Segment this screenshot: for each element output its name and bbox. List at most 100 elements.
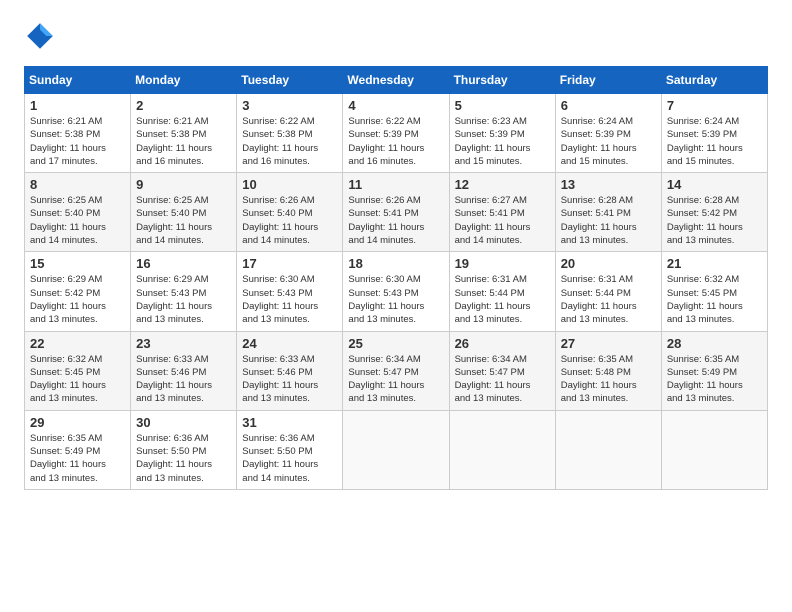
day-info: Sunrise: 6:25 AM Sunset: 5:40 PM Dayligh… — [30, 194, 125, 247]
day-number: 23 — [136, 336, 231, 351]
col-header-monday: Monday — [131, 67, 237, 94]
day-cell: 12 Sunrise: 6:27 AM Sunset: 5:41 PM Dayli… — [449, 173, 555, 252]
day-cell: 9 Sunrise: 6:25 AM Sunset: 5:40 PM Daylig… — [131, 173, 237, 252]
day-number: 13 — [561, 177, 656, 192]
day-info: Sunrise: 6:33 AM Sunset: 5:46 PM Dayligh… — [242, 353, 337, 406]
day-number: 31 — [242, 415, 337, 430]
day-cell: 4 Sunrise: 6:22 AM Sunset: 5:39 PM Daylig… — [343, 94, 449, 173]
day-info: Sunrise: 6:29 AM Sunset: 5:43 PM Dayligh… — [136, 273, 231, 326]
day-number: 10 — [242, 177, 337, 192]
day-info: Sunrise: 6:35 AM Sunset: 5:48 PM Dayligh… — [561, 353, 656, 406]
day-cell: 8 Sunrise: 6:25 AM Sunset: 5:40 PM Daylig… — [25, 173, 131, 252]
day-info: Sunrise: 6:33 AM Sunset: 5:46 PM Dayligh… — [136, 353, 231, 406]
day-cell: 25 Sunrise: 6:34 AM Sunset: 5:47 PM Dayli… — [343, 331, 449, 410]
day-number: 21 — [667, 256, 762, 271]
day-cell: 31 Sunrise: 6:36 AM Sunset: 5:50 PM Dayli… — [237, 410, 343, 489]
day-number: 3 — [242, 98, 337, 113]
day-number: 24 — [242, 336, 337, 351]
day-cell: 3Sunrise: 6:22 AM Sunset: 5:38 PM Daylig… — [237, 94, 343, 173]
day-number: 14 — [667, 177, 762, 192]
day-number: 2 — [136, 98, 231, 113]
day-number: 26 — [455, 336, 550, 351]
day-cell — [661, 410, 767, 489]
week-row-2: 8 Sunrise: 6:25 AM Sunset: 5:40 PM Daylig… — [25, 173, 768, 252]
day-cell: 16 Sunrise: 6:29 AM Sunset: 5:43 PM Dayli… — [131, 252, 237, 331]
day-cell: 30 Sunrise: 6:36 AM Sunset: 5:50 PM Dayli… — [131, 410, 237, 489]
day-number: 5 — [455, 98, 550, 113]
day-cell: 1 Sunrise: 6:21 AM Sunset: 5:38 PM Daylig… — [25, 94, 131, 173]
day-number: 9 — [136, 177, 231, 192]
day-cell: 18 Sunrise: 6:30 AM Sunset: 5:43 PM Dayli… — [343, 252, 449, 331]
day-info: Sunrise: 6:22 AM Sunset: 5:39 PM Dayligh… — [348, 115, 443, 168]
day-info: Sunrise: 6:30 AM Sunset: 5:43 PM Dayligh… — [242, 273, 337, 326]
day-number: 25 — [348, 336, 443, 351]
day-info: Sunrise: 6:30 AM Sunset: 5:43 PM Dayligh… — [348, 273, 443, 326]
week-row-5: 29 Sunrise: 6:35 AM Sunset: 5:49 PM Dayli… — [25, 410, 768, 489]
day-number: 20 — [561, 256, 656, 271]
day-number: 6 — [561, 98, 656, 113]
day-info: Sunrise: 6:32 AM Sunset: 5:45 PM Dayligh… — [667, 273, 762, 326]
day-cell: 6Sunrise: 6:24 AM Sunset: 5:39 PM Daylig… — [555, 94, 661, 173]
day-cell — [343, 410, 449, 489]
week-row-4: 22 Sunrise: 6:32 AM Sunset: 5:45 PM Dayli… — [25, 331, 768, 410]
day-number: 18 — [348, 256, 443, 271]
day-cell: 14 Sunrise: 6:28 AM Sunset: 5:42 PM Dayli… — [661, 173, 767, 252]
header — [24, 20, 768, 52]
col-header-wednesday: Wednesday — [343, 67, 449, 94]
day-cell: 26 Sunrise: 6:34 AM Sunset: 5:47 PM Dayli… — [449, 331, 555, 410]
day-info: Sunrise: 6:26 AM Sunset: 5:40 PM Dayligh… — [242, 194, 337, 247]
day-info: Sunrise: 6:29 AM Sunset: 5:42 PM Dayligh… — [30, 273, 125, 326]
day-info: Sunrise: 6:35 AM Sunset: 5:49 PM Dayligh… — [667, 353, 762, 406]
col-header-tuesday: Tuesday — [237, 67, 343, 94]
week-row-1: 1 Sunrise: 6:21 AM Sunset: 5:38 PM Daylig… — [25, 94, 768, 173]
day-info: Sunrise: 6:34 AM Sunset: 5:47 PM Dayligh… — [348, 353, 443, 406]
day-info: Sunrise: 6:25 AM Sunset: 5:40 PM Dayligh… — [136, 194, 231, 247]
day-info: Sunrise: 6:23 AM Sunset: 5:39 PM Dayligh… — [455, 115, 550, 168]
day-info: Sunrise: 6:31 AM Sunset: 5:44 PM Dayligh… — [561, 273, 656, 326]
day-info: Sunrise: 6:36 AM Sunset: 5:50 PM Dayligh… — [136, 432, 231, 485]
day-number: 29 — [30, 415, 125, 430]
day-number: 8 — [30, 177, 125, 192]
day-cell: 28Sunrise: 6:35 AM Sunset: 5:49 PM Dayli… — [661, 331, 767, 410]
calendar-body: 1 Sunrise: 6:21 AM Sunset: 5:38 PM Daylig… — [25, 94, 768, 490]
day-cell: 15 Sunrise: 6:29 AM Sunset: 5:42 PM Dayli… — [25, 252, 131, 331]
day-number: 15 — [30, 256, 125, 271]
day-cell: 22 Sunrise: 6:32 AM Sunset: 5:45 PM Dayli… — [25, 331, 131, 410]
day-number: 12 — [455, 177, 550, 192]
day-info: Sunrise: 6:21 AM Sunset: 5:38 PM Dayligh… — [30, 115, 125, 168]
day-info: Sunrise: 6:27 AM Sunset: 5:41 PM Dayligh… — [455, 194, 550, 247]
day-number: 30 — [136, 415, 231, 430]
day-number: 17 — [242, 256, 337, 271]
calendar-header: SundayMondayTuesdayWednesdayThursdayFrid… — [25, 67, 768, 94]
day-number: 16 — [136, 256, 231, 271]
day-info: Sunrise: 6:32 AM Sunset: 5:45 PM Dayligh… — [30, 353, 125, 406]
day-number: 19 — [455, 256, 550, 271]
col-header-saturday: Saturday — [661, 67, 767, 94]
day-info: Sunrise: 6:31 AM Sunset: 5:44 PM Dayligh… — [455, 273, 550, 326]
col-header-sunday: Sunday — [25, 67, 131, 94]
logo — [24, 20, 60, 52]
day-info: Sunrise: 6:35 AM Sunset: 5:49 PM Dayligh… — [30, 432, 125, 485]
day-number: 22 — [30, 336, 125, 351]
day-cell — [449, 410, 555, 489]
day-number: 1 — [30, 98, 125, 113]
day-info: Sunrise: 6:36 AM Sunset: 5:50 PM Dayligh… — [242, 432, 337, 485]
day-number: 7 — [667, 98, 762, 113]
logo-icon — [24, 20, 56, 52]
day-info: Sunrise: 6:28 AM Sunset: 5:42 PM Dayligh… — [667, 194, 762, 247]
day-info: Sunrise: 6:34 AM Sunset: 5:47 PM Dayligh… — [455, 353, 550, 406]
day-cell: 7Sunrise: 6:24 AM Sunset: 5:39 PM Daylig… — [661, 94, 767, 173]
calendar-table: SundayMondayTuesdayWednesdayThursdayFrid… — [24, 66, 768, 490]
day-number: 27 — [561, 336, 656, 351]
day-cell: 19 Sunrise: 6:31 AM Sunset: 5:44 PM Dayli… — [449, 252, 555, 331]
day-number: 4 — [348, 98, 443, 113]
header-row: SundayMondayTuesdayWednesdayThursdayFrid… — [25, 67, 768, 94]
week-row-3: 15 Sunrise: 6:29 AM Sunset: 5:42 PM Dayli… — [25, 252, 768, 331]
day-cell: 29 Sunrise: 6:35 AM Sunset: 5:49 PM Dayli… — [25, 410, 131, 489]
page: SundayMondayTuesdayWednesdayThursdayFrid… — [0, 0, 792, 506]
day-number: 11 — [348, 177, 443, 192]
col-header-thursday: Thursday — [449, 67, 555, 94]
day-info: Sunrise: 6:28 AM Sunset: 5:41 PM Dayligh… — [561, 194, 656, 247]
day-cell: 2Sunrise: 6:21 AM Sunset: 5:38 PM Daylig… — [131, 94, 237, 173]
day-cell: 27 Sunrise: 6:35 AM Sunset: 5:48 PM Dayli… — [555, 331, 661, 410]
